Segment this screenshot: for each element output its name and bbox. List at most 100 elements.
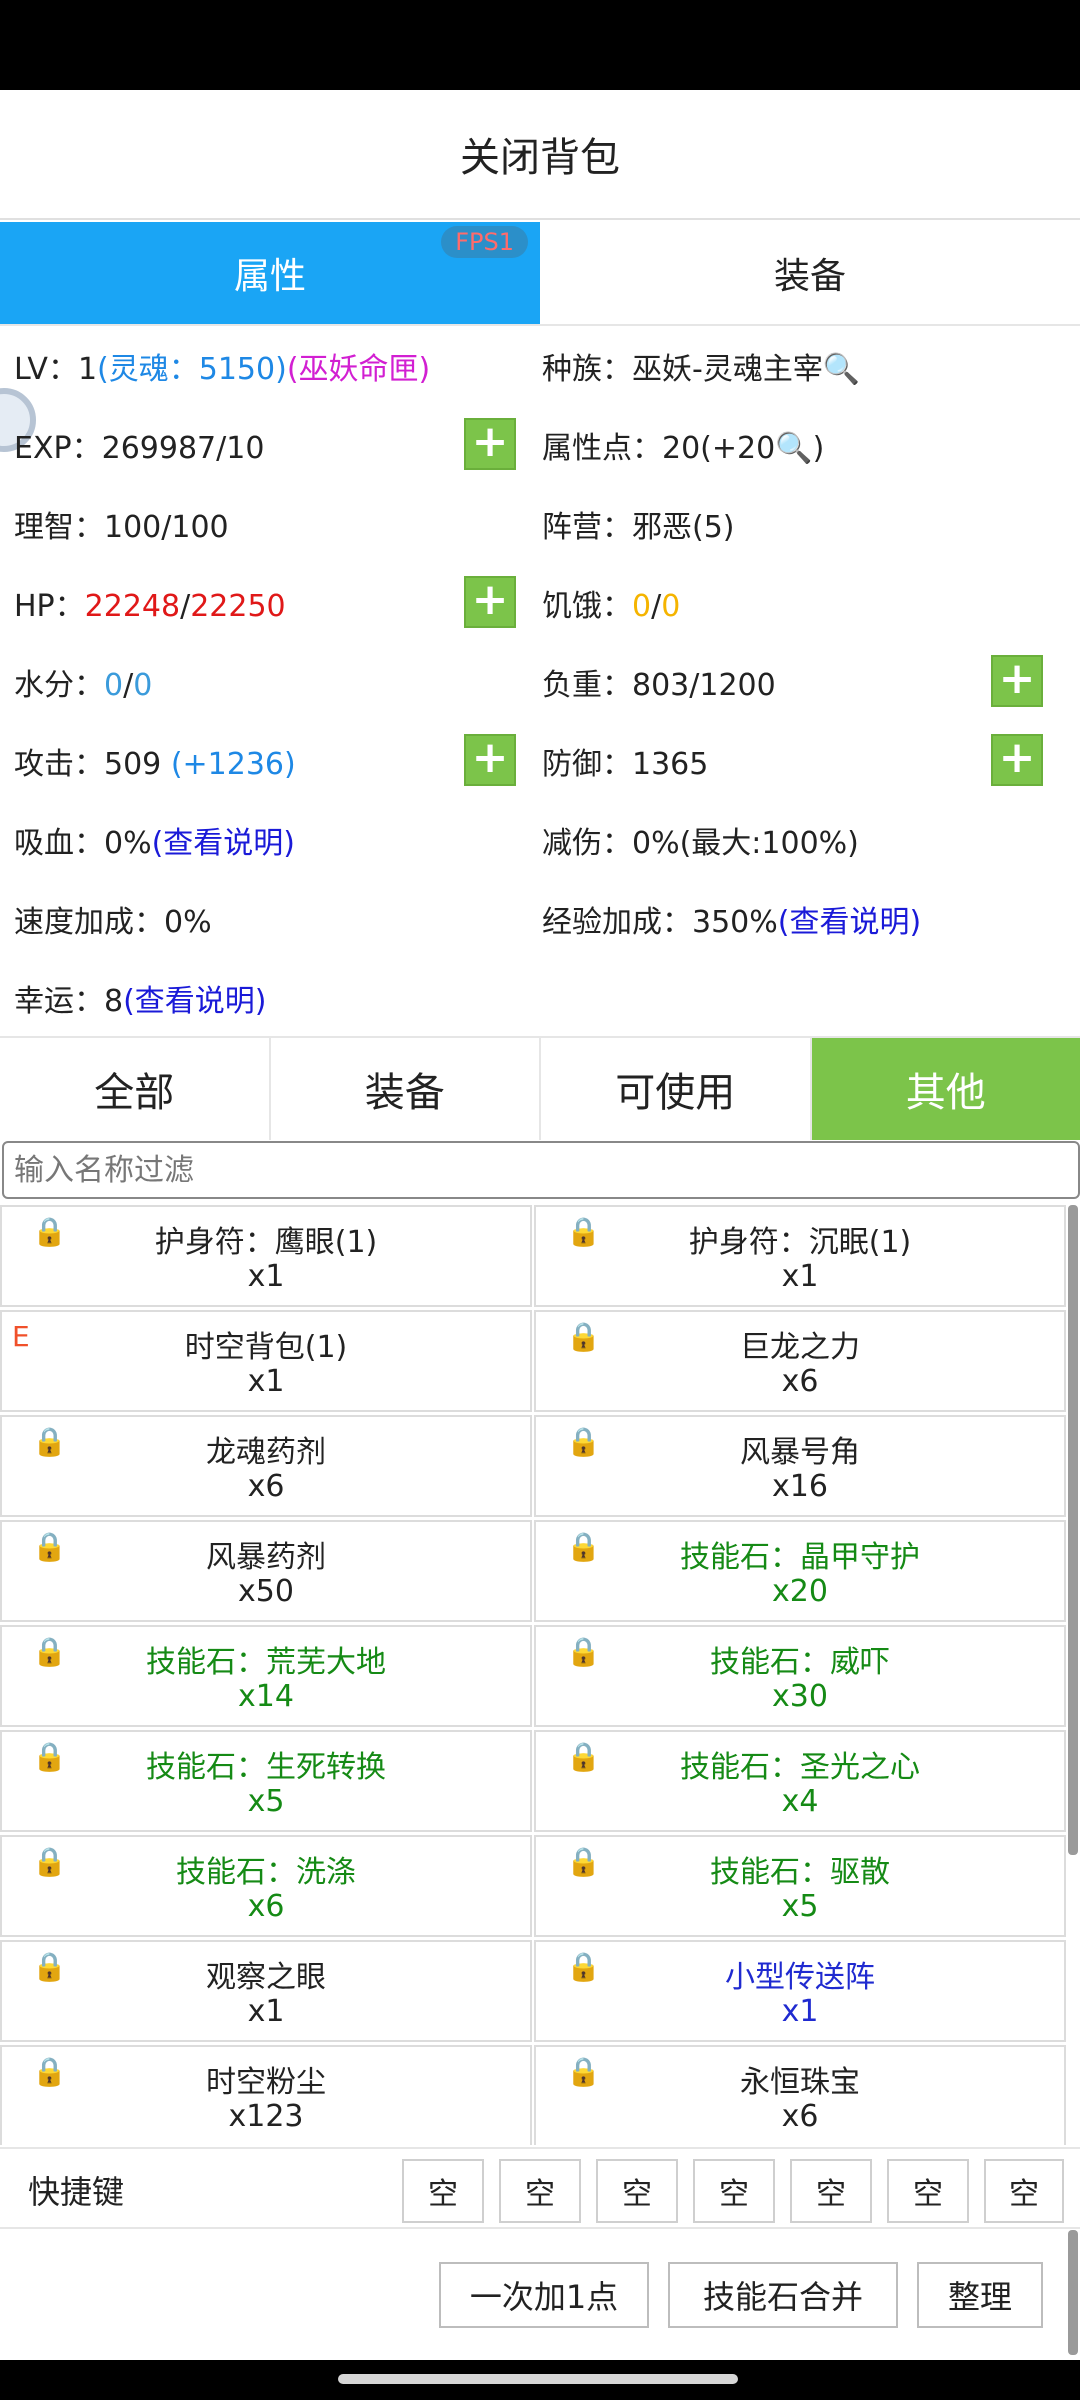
item-name: 技能石：晶甲守护	[680, 1540, 920, 1575]
attr-points-search-icon[interactable]: 🔍	[775, 431, 812, 466]
item-cell[interactable]: 🔒 观察之眼 x1	[0, 1940, 532, 2042]
shortcut-slot-1[interactable]: 空	[402, 2159, 484, 2223]
item-quantity: x6	[781, 1364, 819, 1399]
stat-luck-label: 幸运：	[14, 984, 104, 1019]
item-quantity: x16	[772, 1469, 828, 1504]
item-cell[interactable]: 🔒 永恒珠宝 x6	[534, 2045, 1066, 2145]
item-quantity: x6	[781, 2099, 819, 2134]
home-indicator[interactable]	[338, 2374, 738, 2384]
item-name: 时空粉尘	[206, 2065, 326, 2100]
filter-search-input[interactable]	[2, 1141, 1080, 1199]
shortcut-slot-2[interactable]: 空	[499, 2159, 581, 2223]
attack-plus-button[interactable]: +	[464, 734, 516, 786]
item-cell[interactable]: 🔒 龙魂药剂 x6	[0, 1415, 532, 1517]
stat-lifesteal-value: 0%	[104, 826, 152, 861]
sort-button[interactable]: 整理	[917, 2262, 1043, 2328]
item-name: 护身符：沉眠(1)	[688, 1225, 912, 1260]
load-plus-button[interactable]: +	[991, 655, 1043, 707]
item-cell[interactable]: 🔒 巨龙之力 x6	[534, 1310, 1066, 1412]
tab-attributes-label: 属性	[233, 256, 306, 297]
close-bag-title[interactable]: 关闭背包	[460, 125, 620, 183]
item-list-scrollbar[interactable]	[1068, 1205, 1078, 1855]
stat-level: LV：1(灵魂：5150)(巫妖命匣)	[14, 344, 430, 388]
filter-tab-usable[interactable]: 可使用	[541, 1038, 812, 1140]
item-cell[interactable]: E 时空背包(1) x1	[0, 1310, 532, 1412]
tab-attributes[interactable]: 属性 FPS1	[0, 222, 540, 324]
item-cell[interactable]: 🔒 技能石：驱散 x5	[534, 1835, 1066, 1937]
item-quantity: x1	[247, 1259, 285, 1294]
tab-equipment[interactable]: 装备	[540, 222, 1080, 324]
page-scrollbar[interactable]	[1068, 2230, 1078, 2355]
item-name: 永恒珠宝	[740, 2065, 860, 2100]
merge-skill-stones-button[interactable]: 技能石合并	[668, 2262, 898, 2328]
stat-level-value: 1	[77, 352, 98, 387]
stat-hp-max: 22250	[190, 589, 286, 624]
stat-speed-bonus-value: 0%	[164, 905, 212, 940]
filter-tab-equipment[interactable]: 装备	[271, 1038, 541, 1140]
item-name: 观察之眼	[206, 1960, 326, 1995]
stat-hunger-current: 0	[632, 589, 652, 624]
stat-race-label: 种族：	[542, 352, 632, 387]
stat-speed-bonus: 速度加成：0%	[14, 897, 212, 941]
item-name: 风暴号角	[740, 1435, 860, 1470]
item-cell[interactable]: 🔒 风暴药剂 x50	[0, 1520, 532, 1622]
stat-sanity-value: 100/100	[104, 510, 229, 545]
stat-damage-reduction: 减伤：0%(最大:100%)	[542, 818, 859, 862]
filter-tab-all[interactable]: 全部	[0, 1038, 271, 1140]
item-name: 技能石：洗涤	[176, 1855, 356, 1890]
item-cell[interactable]: 🔒 技能石：荒芜大地 x14	[0, 1625, 532, 1727]
item-name: 时空背包(1)	[184, 1330, 348, 1365]
shortcut-slot-6[interactable]: 空	[887, 2159, 969, 2223]
defense-plus-button[interactable]: +	[991, 734, 1043, 786]
item-cell[interactable]: 🔒 风暴号角 x16	[534, 1415, 1066, 1517]
stat-camp-value: 邪恶(5)	[632, 510, 735, 545]
item-cell[interactable]: 🔒 护身符：沉眠(1) x1	[534, 1205, 1066, 1307]
item-cell[interactable]: 🔒 技能石：威吓 x30	[534, 1625, 1066, 1727]
stat-camp: 阵营：邪恶(5)	[542, 502, 735, 546]
stat-load-value: 803/1200	[632, 668, 776, 703]
shortcut-slot-4[interactable]: 空	[693, 2159, 775, 2223]
item-quantity: x1	[247, 1364, 285, 1399]
shortcut-slot-7[interactable]: 空	[984, 2159, 1064, 2223]
stat-hunger-max: 0	[661, 589, 681, 624]
add-one-point-button[interactable]: 一次加1点	[439, 2262, 649, 2328]
filter-tab-other[interactable]: 其他	[811, 1038, 1080, 1140]
stat-attack-bonus: (+1236)	[170, 747, 296, 782]
stat-sanity-label: 理智：	[14, 510, 104, 545]
status-bar	[0, 0, 1080, 90]
stat-water-max: 0	[133, 668, 153, 703]
item-cell[interactable]: 🔒 技能石：生死转换 x5	[0, 1730, 532, 1832]
stat-attr-points-suffix: )	[812, 431, 825, 466]
item-quantity: x14	[238, 1679, 294, 1714]
stat-attr-points-value: 20(+20	[662, 431, 776, 466]
luck-help-link[interactable]: (查看说明)	[123, 984, 266, 1019]
item-quantity: x6	[247, 1469, 285, 1504]
item-cell[interactable]: 🔒 技能石：晶甲守护 x20	[534, 1520, 1066, 1622]
exp-plus-button[interactable]: +	[464, 418, 516, 470]
stat-water-label: 水分：	[14, 668, 104, 703]
race-search-icon[interactable]: 🔍	[823, 352, 860, 387]
stat-hp-sep: /	[180, 589, 191, 624]
stat-load-label: 负重：	[542, 668, 632, 703]
stat-soul-value: (灵魂：5150)	[97, 352, 287, 387]
exp-bonus-help-link[interactable]: (查看说明)	[778, 905, 921, 940]
item-quantity: x30	[772, 1679, 828, 1714]
shortcut-slot-5[interactable]: 空	[790, 2159, 872, 2223]
item-cell[interactable]: 🔒 小型传送阵 x1	[534, 1940, 1066, 2042]
stat-hunger: 饥饿：0/0	[542, 581, 680, 625]
shortcut-slot-3[interactable]: 空	[596, 2159, 678, 2223]
lifesteal-help-link[interactable]: (查看说明)	[152, 826, 295, 861]
item-cell[interactable]: 🔒 时空粉尘 x123	[0, 2045, 532, 2145]
stat-attr-points-label: 属性点：	[542, 431, 662, 466]
item-cell[interactable]: 🔒 技能石：洗涤 x6	[0, 1835, 532, 1937]
hp-plus-button[interactable]: +	[464, 576, 516, 628]
header[interactable]: 关闭背包	[0, 90, 1080, 220]
item-name: 技能石：驱散	[710, 1855, 890, 1890]
stat-defense-value: 1365	[632, 747, 709, 782]
item-quantity: x4	[781, 1784, 819, 1819]
stat-damage-reduction-value: 0%(最大:100%)	[632, 826, 859, 861]
item-cell[interactable]: 🔒 护身符：鹰眼(1) x1	[0, 1205, 532, 1307]
stat-attr-points: 属性点：20(+20🔍)	[542, 423, 824, 467]
item-cell[interactable]: 🔒 技能石：圣光之心 x4	[534, 1730, 1066, 1832]
stat-hunger-label: 饥饿：	[542, 589, 632, 624]
